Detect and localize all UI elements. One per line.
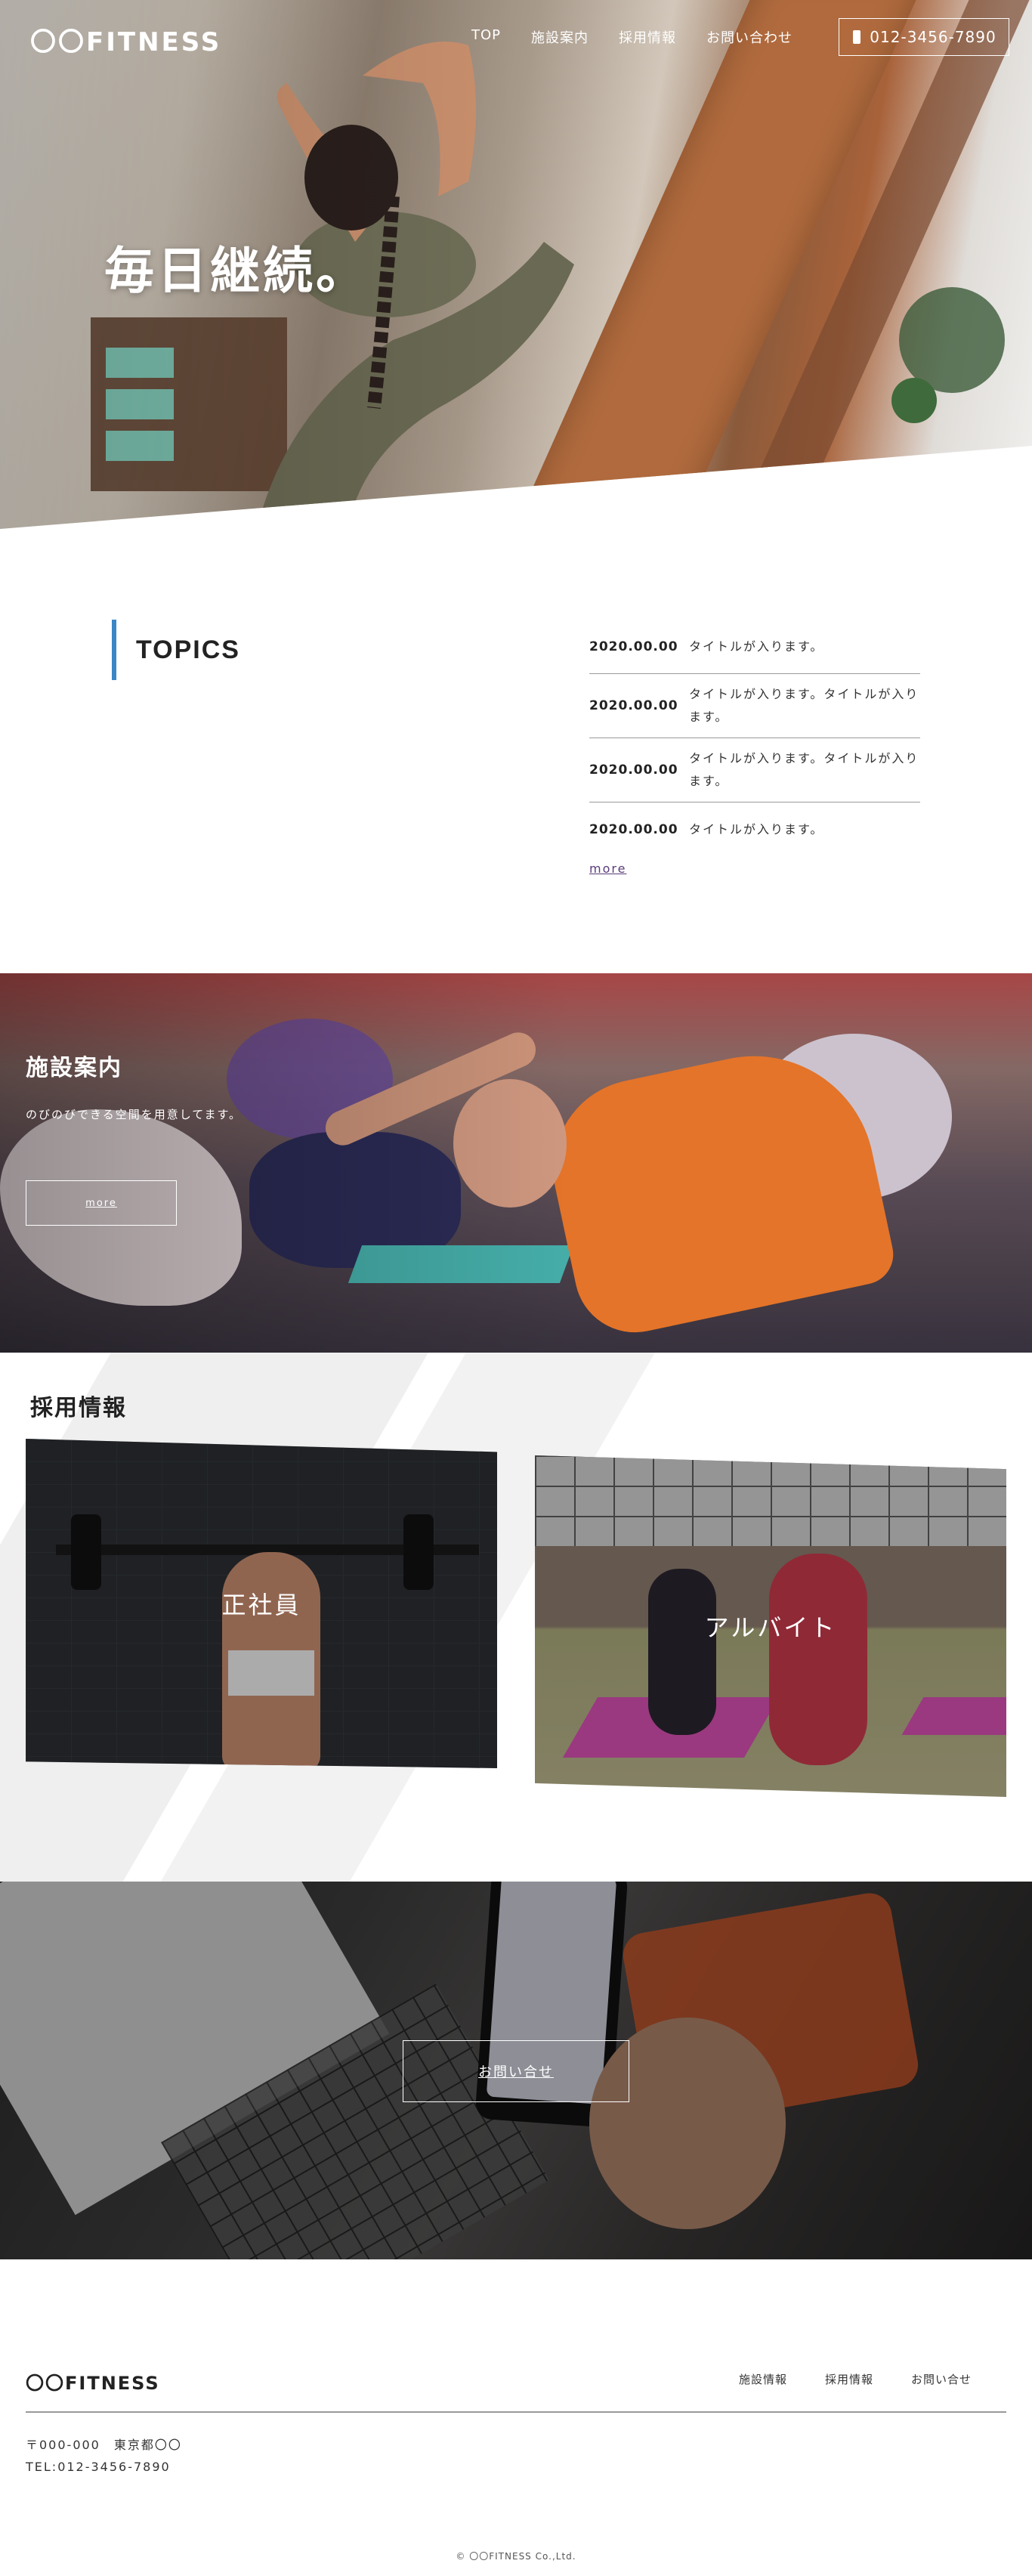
topic-title: タイトルが入ります。 <box>689 822 824 837</box>
global-menu: TOP 施設案内 採用情報 お問い合わせ <box>471 27 823 47</box>
global-header: 〇〇FITNESS TOP 施設案内 採用情報 お問い合わせ 012-3456-… <box>0 0 1032 73</box>
tel-number: 012-3456-7890 <box>870 28 996 46</box>
topic-title: タイトルが入ります。タイトルが入ります。 <box>689 687 919 724</box>
recruit-card-fulltime[interactable]: 正社員 <box>26 1439 497 1768</box>
contact-section: お問い合せ <box>0 1882 1032 2259</box>
topic-item[interactable]: 2020.00.00 タイトルが入ります。タイトルが入ります。 <box>589 674 920 738</box>
footer-address: 〒000-000 東京都〇〇 <box>26 2438 182 2452</box>
topics-list: 2020.00.00 タイトルが入ります。 2020.00.00 タイトルが入り… <box>589 620 920 857</box>
topic-item[interactable]: 2020.00.00 タイトルが入ります。タイトルが入ります。 <box>589 738 920 802</box>
copyright: © 〇〇FITNESS Co.,Ltd. <box>456 2551 576 2562</box>
footer-nav-recruit[interactable]: 採用情報 <box>825 2371 873 2387</box>
footer-nav-contact[interactable]: お問い合せ <box>911 2371 972 2387</box>
facility-section: 施設案内 のびのびできる空間を用意してます。 more <box>0 973 1032 1353</box>
topic-date: 2020.00.00 <box>589 822 678 837</box>
topic-title: タイトルが入ります。タイトルが入ります。 <box>689 751 919 788</box>
site-logo[interactable]: 〇〇FITNESS <box>30 21 221 58</box>
recruit-card-label: 正社員 <box>221 1591 301 1619</box>
nav-recruit[interactable]: 採用情報 <box>619 27 676 47</box>
hero-headline: 毎日継続。 <box>104 242 369 300</box>
footer-nav-facility[interactable]: 施設情報 <box>739 2371 787 2387</box>
facility-more-button[interactable]: more <box>26 1180 177 1226</box>
facility-title: 施設案内 <box>26 1055 122 1081</box>
recruit-card-parttime[interactable]: アルバイト <box>535 1455 1006 1797</box>
nav-contact[interactable]: お問い合わせ <box>706 27 793 47</box>
footer-logo[interactable]: 〇〇FITNESS <box>26 2368 160 2395</box>
recruit-section: 採用情報 正社員 アルバイト <box>0 1353 1032 1882</box>
tel-button[interactable]: 012-3456-7890 <box>839 18 1009 56</box>
topics-heading-block: TOPICS <box>112 620 240 680</box>
topic-date: 2020.00.00 <box>589 698 678 713</box>
topic-date: 2020.00.00 <box>589 762 678 778</box>
topic-title: タイトルが入ります。 <box>689 639 824 654</box>
contact-button[interactable]: お問い合せ <box>403 2040 629 2102</box>
topic-item[interactable]: 2020.00.00 タイトルが入ります。 <box>589 620 920 674</box>
topics-more-link[interactable]: more <box>589 861 626 876</box>
topic-item[interactable]: 2020.00.00 タイトルが入ります。 <box>589 802 920 857</box>
nav-facility[interactable]: 施設案内 <box>531 27 589 47</box>
footer-nav: 施設情報 採用情報 お問い合せ <box>739 2371 972 2387</box>
facility-shade <box>0 973 1032 1353</box>
topics-heading: TOPICS <box>136 635 240 664</box>
footer-divider <box>26 2411 1006 2413</box>
recruit-card-label: アルバイト <box>704 1613 837 1642</box>
topic-date: 2020.00.00 <box>589 639 678 654</box>
footer-tel: TEL:012-3456-7890 <box>26 2460 171 2474</box>
recruit-title: 採用情報 <box>30 1395 127 1421</box>
facility-subtitle: のびのびできる空間を用意してます。 <box>26 1108 243 1121</box>
phone-icon <box>853 30 861 44</box>
nav-top[interactable]: TOP <box>471 27 501 47</box>
